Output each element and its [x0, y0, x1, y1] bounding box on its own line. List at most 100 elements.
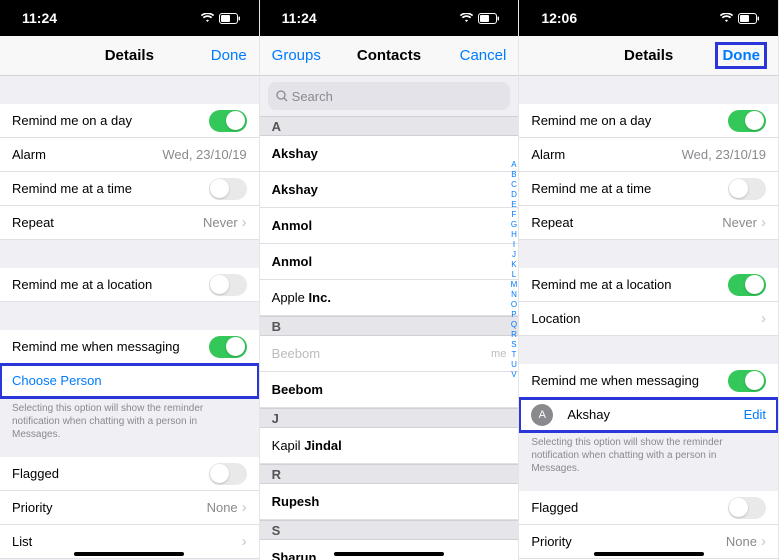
battery-icon	[738, 13, 760, 24]
remind-location-toggle[interactable]	[728, 274, 766, 296]
priority-row[interactable]: Priority None›	[0, 491, 259, 525]
remind-time-label: Remind me at a time	[531, 181, 651, 196]
flagged-label: Flagged	[12, 466, 59, 481]
index-letter[interactable]: P	[511, 310, 516, 320]
index-letter[interactable]: G	[511, 220, 517, 230]
wifi-icon	[200, 13, 215, 23]
remind-day-label: Remind me on a day	[12, 113, 132, 128]
remind-messaging-toggle[interactable]	[209, 336, 247, 358]
home-indicator[interactable]	[74, 552, 184, 556]
chosen-person-row[interactable]: A Akshay Edit	[519, 398, 778, 432]
repeat-value: Never	[722, 215, 757, 230]
remind-messaging-row[interactable]: Remind me when messaging	[519, 364, 778, 398]
search-input[interactable]: Search	[268, 82, 511, 110]
screen-details-1: 11:24 Details Done Remind me on a day Al…	[0, 0, 260, 560]
cancel-button[interactable]: Cancel	[460, 47, 507, 64]
remind-location-label: Remind me at a location	[531, 277, 671, 292]
index-letter[interactable]: Q	[511, 320, 517, 330]
index-letter[interactable]: O	[511, 300, 517, 310]
contact-name: Beebom	[272, 382, 323, 397]
remind-location-row[interactable]: Remind me at a location	[0, 268, 259, 302]
choose-person-row[interactable]: Choose Person	[0, 364, 259, 398]
repeat-row[interactable]: Repeat Never›	[519, 206, 778, 240]
index-letter[interactable]: B	[511, 170, 516, 180]
contacts-list[interactable]: AAkshayAkshayAnmolAnmolApple Inc.BBeebom…	[260, 116, 519, 560]
index-letter[interactable]: A	[511, 160, 516, 170]
index-letter[interactable]: M	[511, 280, 518, 290]
remind-day-label: Remind me on a day	[531, 113, 651, 128]
section-index[interactable]: ABCDEFGHIJKLMNOPQRSTUV	[511, 160, 518, 380]
remind-day-toggle[interactable]	[728, 110, 766, 132]
contact-row[interactable]: Beebom	[260, 372, 519, 408]
repeat-row[interactable]: Repeat Never›	[0, 206, 259, 240]
contact-name: Sharun	[272, 550, 317, 560]
index-letter[interactable]: K	[511, 260, 516, 270]
remind-time-row[interactable]: Remind me at a time	[0, 172, 259, 206]
index-letter[interactable]: T	[512, 350, 517, 360]
index-letter[interactable]: L	[512, 270, 516, 280]
contact-row[interactable]: Kapil Jindal	[260, 428, 519, 464]
home-indicator[interactable]	[594, 552, 704, 556]
alarm-row[interactable]: Alarm Wed, 23/10/19	[0, 138, 259, 172]
remind-messaging-toggle[interactable]	[728, 370, 766, 392]
index-letter[interactable]: R	[511, 330, 517, 340]
contact-name: Akshay	[272, 182, 318, 197]
remind-time-toggle[interactable]	[209, 178, 247, 200]
index-letter[interactable]: E	[511, 200, 516, 210]
index-letter[interactable]: U	[511, 360, 517, 370]
nav-title: Contacts	[357, 47, 421, 64]
done-button[interactable]: Done	[211, 47, 247, 64]
index-letter[interactable]: I	[513, 240, 515, 250]
index-letter[interactable]: N	[511, 290, 517, 300]
remind-messaging-label: Remind me when messaging	[12, 339, 180, 354]
flagged-toggle[interactable]	[209, 463, 247, 485]
groups-button[interactable]: Groups	[272, 47, 321, 64]
repeat-label: Repeat	[12, 215, 54, 230]
flagged-row[interactable]: Flagged	[519, 491, 778, 525]
status-bar: 11:24	[0, 0, 259, 36]
contact-name: Kapil Jindal	[272, 438, 342, 453]
contact-name: Anmol	[272, 218, 312, 233]
done-button[interactable]: Done	[716, 43, 766, 68]
contact-row[interactable]: Anmol	[260, 208, 519, 244]
index-letter[interactable]: D	[511, 190, 517, 200]
contact-row[interactable]: Beebomme	[260, 336, 519, 372]
remind-day-row[interactable]: Remind me on a day	[0, 104, 259, 138]
contact-name: Akshay	[272, 146, 318, 161]
content: Remind me on a day Alarm Wed, 23/10/19 R…	[0, 76, 259, 560]
index-letter[interactable]: J	[512, 250, 516, 260]
contact-row[interactable]: Anmol	[260, 244, 519, 280]
index-letter[interactable]: V	[511, 370, 516, 380]
navbar: Details Done	[519, 36, 778, 76]
index-letter[interactable]: S	[511, 340, 516, 350]
screen-details-3: 12:06 Details Done Remind me on a day Al…	[519, 0, 779, 560]
location-row[interactable]: Location ›	[519, 302, 778, 336]
index-letter[interactable]: H	[511, 230, 517, 240]
home-indicator[interactable]	[334, 552, 444, 556]
remind-location-row[interactable]: Remind me at a location	[519, 268, 778, 302]
remind-location-toggle[interactable]	[209, 274, 247, 296]
chevron-right-icon: ›	[761, 214, 766, 231]
remind-day-row[interactable]: Remind me on a day	[519, 104, 778, 138]
contact-row[interactable]: Apple Inc.	[260, 280, 519, 316]
remind-time-row[interactable]: Remind me at a time	[519, 172, 778, 206]
flagged-toggle[interactable]	[728, 497, 766, 519]
contact-row[interactable]: Sharun	[260, 540, 519, 560]
remind-day-toggle[interactable]	[209, 110, 247, 132]
contact-row[interactable]: Rupesh	[260, 484, 519, 520]
contact-row[interactable]: Akshay	[260, 172, 519, 208]
remind-time-toggle[interactable]	[728, 178, 766, 200]
choose-person-link[interactable]: Choose Person	[12, 373, 102, 388]
contact-name: Rupesh	[272, 494, 320, 509]
index-letter[interactable]: F	[512, 210, 517, 220]
remind-messaging-row[interactable]: Remind me when messaging	[0, 330, 259, 364]
wifi-icon	[459, 13, 474, 23]
status-time: 11:24	[282, 10, 317, 26]
flagged-label: Flagged	[531, 500, 578, 515]
battery-icon	[219, 13, 241, 24]
edit-person-button[interactable]: Edit	[744, 407, 766, 422]
flagged-row[interactable]: Flagged	[0, 457, 259, 491]
index-letter[interactable]: C	[511, 180, 517, 190]
alarm-row[interactable]: Alarm Wed, 23/10/19	[519, 138, 778, 172]
contact-row[interactable]: Akshay	[260, 136, 519, 172]
